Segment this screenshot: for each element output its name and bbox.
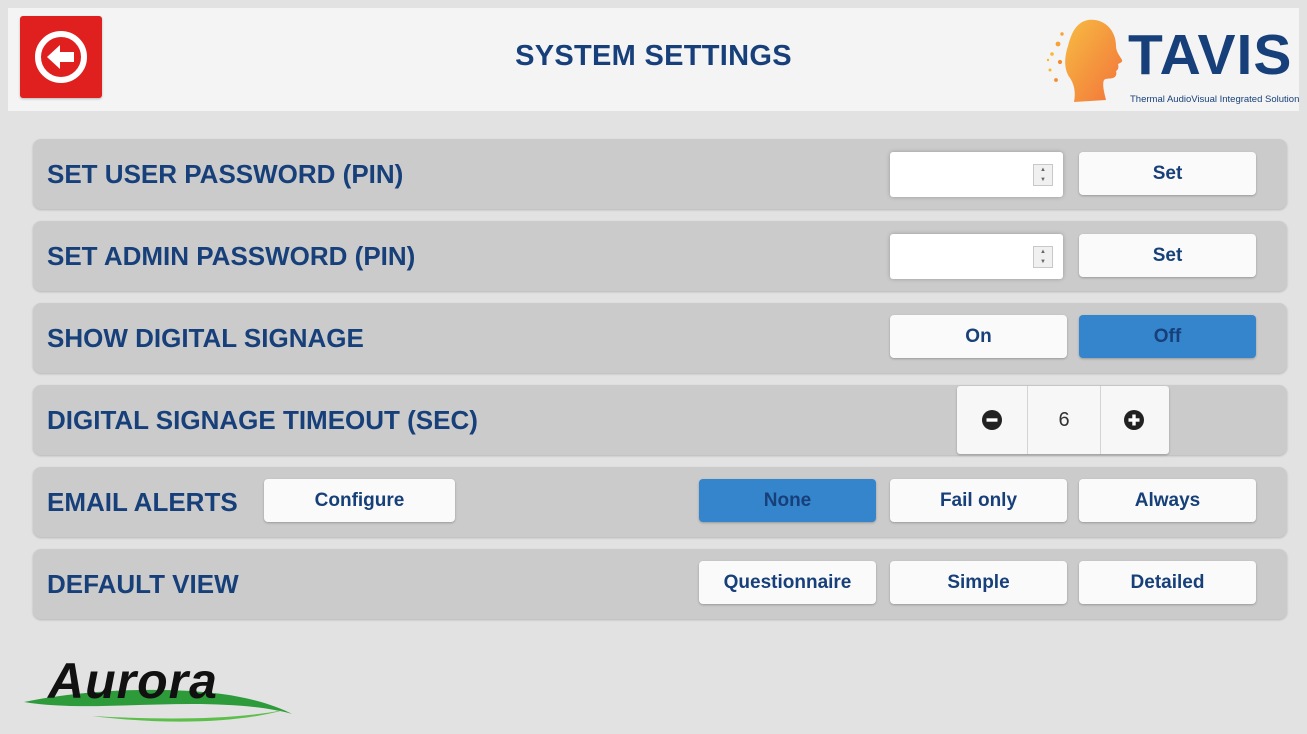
tavis-tagline: Thermal AudioVisual Integrated Solution — [1130, 94, 1300, 105]
admin-password-row: SET ADMIN PASSWORD (PIN) ▲ ▼ Set — [33, 221, 1287, 291]
head-silhouette-icon — [1046, 19, 1123, 103]
admin-pin-spinner[interactable]: ▲ ▼ — [1033, 246, 1053, 268]
default-view-row: DEFAULT VIEW Questionnaire Simple Detail… — [33, 549, 1287, 619]
signage-on-button[interactable]: On — [890, 315, 1067, 358]
email-alert-fail-only-button[interactable]: Fail only — [890, 479, 1067, 522]
timeout-stepper: 6 — [957, 386, 1169, 454]
user-password-row: SET USER PASSWORD (PIN) ▲ ▼ Set — [33, 139, 1287, 209]
set-user-pin-button[interactable]: Set — [1079, 152, 1256, 195]
minus-circle-icon — [982, 410, 1002, 430]
spinner-up-icon[interactable]: ▲ — [1034, 247, 1052, 257]
header-bar: SYSTEM SETTINGS TAVIS Thermal AudioVisua… — [8, 8, 1299, 111]
admin-password-label: SET ADMIN PASSWORD (PIN) — [47, 241, 416, 271]
configure-email-button[interactable]: Configure — [264, 479, 455, 522]
timeout-value: 6 — [1027, 386, 1101, 454]
view-questionnaire-button[interactable]: Questionnaire — [699, 561, 876, 604]
signage-timeout-label: DIGITAL SIGNAGE TIMEOUT (SEC) — [47, 405, 478, 435]
signage-timeout-row: DIGITAL SIGNAGE TIMEOUT (SEC) 6 — [33, 385, 1287, 455]
digital-signage-label: SHOW DIGITAL SIGNAGE — [47, 323, 364, 353]
admin-pin-field[interactable]: ▲ ▼ — [890, 234, 1063, 279]
admin-pin-input[interactable] — [896, 240, 1030, 274]
digital-signage-row: SHOW DIGITAL SIGNAGE On Off — [33, 303, 1287, 373]
aurora-wordmark: Aurora — [48, 653, 218, 709]
signage-off-button[interactable]: Off — [1079, 315, 1256, 358]
timeout-decrement-button[interactable] — [957, 386, 1027, 454]
email-alerts-row: EMAIL ALERTS Configure None Fail only Al… — [33, 467, 1287, 537]
user-password-label: SET USER PASSWORD (PIN) — [47, 159, 404, 189]
email-alert-none-button[interactable]: None — [699, 479, 876, 522]
view-simple-button[interactable]: Simple — [890, 561, 1067, 604]
aurora-logo: Aurora — [22, 652, 298, 724]
user-pin-input[interactable] — [896, 158, 1030, 192]
email-alert-always-button[interactable]: Always — [1079, 479, 1256, 522]
view-detailed-button[interactable]: Detailed — [1079, 561, 1256, 604]
tavis-logo: TAVIS Thermal AudioVisual Integrated Sol… — [1044, 14, 1299, 108]
spinner-up-icon[interactable]: ▲ — [1034, 165, 1052, 175]
default-view-label: DEFAULT VIEW — [47, 569, 239, 599]
plus-circle-icon — [1124, 410, 1144, 430]
spinner-down-icon[interactable]: ▼ — [1034, 175, 1052, 185]
tavis-wordmark: TAVIS — [1128, 23, 1293, 87]
spinner-down-icon[interactable]: ▼ — [1034, 257, 1052, 267]
timeout-increment-button[interactable] — [1099, 386, 1169, 454]
user-pin-field[interactable]: ▲ ▼ — [890, 152, 1063, 197]
user-pin-spinner[interactable]: ▲ ▼ — [1033, 164, 1053, 186]
email-alerts-label: EMAIL ALERTS — [47, 487, 238, 517]
set-admin-pin-button[interactable]: Set — [1079, 234, 1256, 277]
